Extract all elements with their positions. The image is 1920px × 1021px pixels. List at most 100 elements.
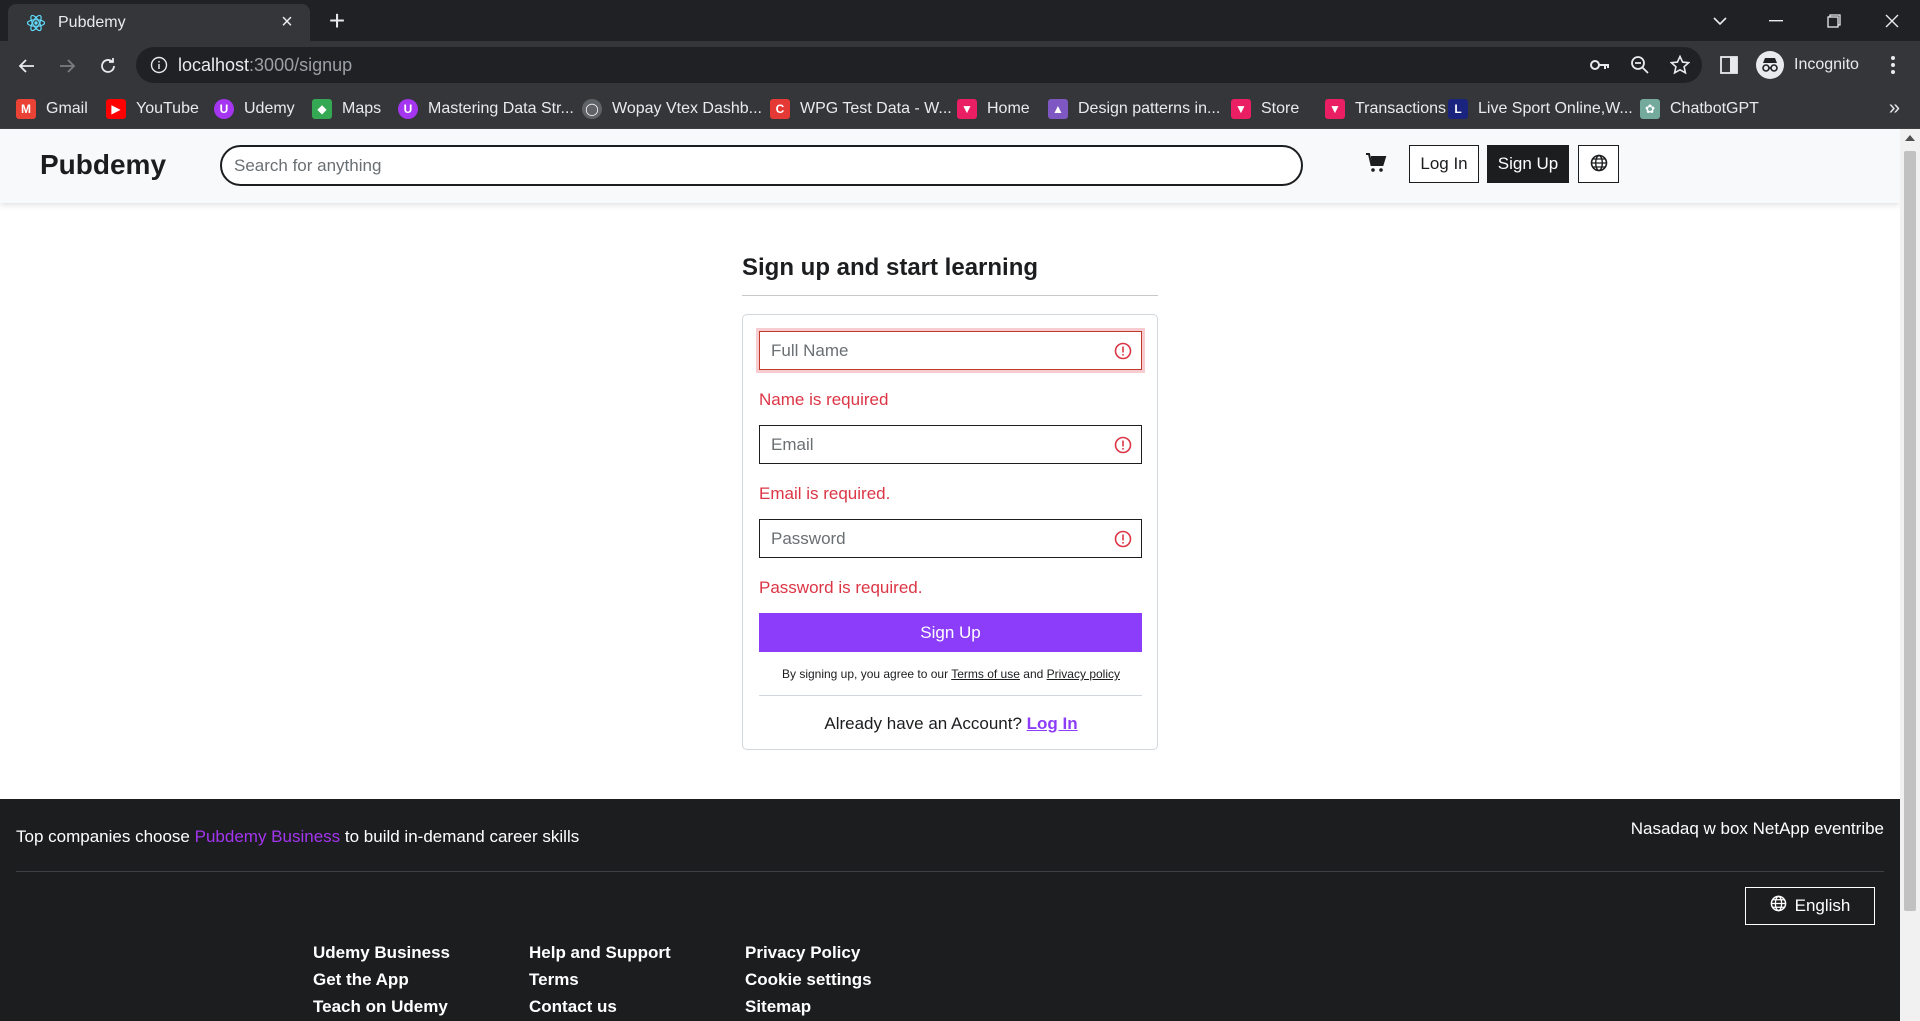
- email-input[interactable]: [760, 426, 1141, 463]
- bookmark-item[interactable]: ✿ ChatbotGPT: [1640, 97, 1759, 121]
- side-panel-icon[interactable]: [1716, 52, 1742, 78]
- signup-form: Name is required Email is required. Pass…: [742, 314, 1158, 750]
- footer-link[interactable]: Help and Support: [529, 939, 671, 966]
- have-account-text: Already have an Account?: [824, 714, 1022, 733]
- address-bar[interactable]: localhost:3000/signup: [136, 47, 1702, 83]
- bookmark-label: Home: [987, 100, 1030, 117]
- tab-search-icon[interactable]: [1692, 0, 1748, 41]
- tag-icon: ▼: [1231, 99, 1251, 119]
- globe-icon: [1770, 895, 1787, 917]
- footer-column: Udemy Business Get the App Teach on Udem…: [313, 939, 450, 1020]
- maps-icon: ◆: [312, 99, 332, 119]
- bookmark-item[interactable]: ◆ Maps: [312, 97, 381, 121]
- footer-link[interactable]: Cookie settings: [745, 966, 872, 993]
- full-name-field[interactable]: [759, 331, 1142, 370]
- close-window-icon[interactable]: [1864, 0, 1920, 41]
- minimize-icon[interactable]: [1748, 0, 1804, 41]
- submit-signup-button[interactable]: Sign Up: [759, 613, 1142, 652]
- bookmark-item[interactable]: ▼ Store: [1231, 97, 1299, 121]
- password-field[interactable]: [759, 519, 1142, 558]
- rocket-icon: ▲: [1048, 99, 1068, 119]
- scroll-up-arrow[interactable]: [1905, 135, 1915, 141]
- footer-tagline: Top companies choose Pubdemy Business to…: [16, 827, 579, 847]
- bookmark-label: Gmail: [46, 100, 88, 117]
- page-title: Sign up and start learning: [742, 254, 1039, 281]
- tag-icon: ▼: [957, 99, 977, 119]
- bookmark-item[interactable]: U Udemy: [214, 97, 295, 121]
- incognito-profile[interactable]: Incognito: [1756, 48, 1868, 82]
- language-label: English: [1794, 896, 1851, 915]
- password-error: Password is required.: [759, 578, 923, 597]
- footer-link[interactable]: Privacy Policy: [745, 939, 872, 966]
- login-link[interactable]: Log In: [1027, 714, 1078, 733]
- profile-label: Incognito: [1794, 56, 1859, 73]
- terms-of-use-link[interactable]: Terms of use: [951, 667, 1020, 681]
- bookmark-label: Store: [1261, 100, 1300, 117]
- page-scrollbar[interactable]: [1900, 129, 1920, 1021]
- bookmark-item[interactable]: ▲ Design patterns in...: [1048, 97, 1220, 121]
- udemy-icon: U: [214, 99, 234, 119]
- bookmark-item[interactable]: ▼ Home: [957, 97, 1030, 121]
- youtube-icon: ▶: [106, 99, 126, 119]
- search-input[interactable]: [220, 145, 1303, 186]
- cart-icon[interactable]: [1365, 152, 1389, 176]
- browser-tab-strip: Pubdemy × +: [0, 0, 1920, 41]
- footer-link[interactable]: Sitemap: [745, 993, 872, 1020]
- name-error: Name is required: [759, 390, 889, 409]
- close-tab-icon[interactable]: ×: [276, 11, 298, 34]
- browser-tab[interactable]: Pubdemy ×: [8, 4, 310, 41]
- card-divider: [759, 695, 1142, 696]
- privacy-policy-link[interactable]: Privacy policy: [1047, 667, 1120, 681]
- bookmark-item[interactable]: U Mastering Data Str...: [398, 97, 574, 121]
- bookmark-item[interactable]: ▼ Transactions: [1325, 97, 1446, 121]
- page-viewport: Pubdemy Log In Sign Up Sign up and start…: [0, 129, 1900, 1021]
- globe-icon: [1590, 154, 1608, 175]
- reload-icon[interactable]: [91, 49, 125, 83]
- business-link[interactable]: Pubdemy Business: [195, 827, 341, 846]
- footer-link[interactable]: Terms: [529, 966, 671, 993]
- bookmark-label: YouTube: [136, 100, 199, 117]
- new-tab-icon[interactable]: +: [322, 5, 352, 36]
- bookmark-label: Transactions: [1355, 100, 1446, 117]
- terms-and: and: [1023, 667, 1044, 681]
- react-icon: [26, 13, 46, 33]
- bookmark-item[interactable]: C WPG Test Data - W...: [770, 97, 952, 121]
- forward-icon[interactable]: [50, 49, 84, 83]
- info-icon[interactable]: [150, 56, 168, 74]
- kebab-menu-icon[interactable]: [1880, 52, 1906, 78]
- tag-icon: ▼: [1325, 99, 1345, 119]
- brand-logo[interactable]: Pubdemy: [40, 149, 166, 181]
- bookmark-item[interactable]: L Live Sport Online,W...: [1448, 97, 1633, 121]
- bookmark-label: Live Sport Online,W...: [1478, 100, 1633, 117]
- password-input[interactable]: [760, 520, 1141, 557]
- footer-link[interactable]: Teach on Udemy: [313, 993, 450, 1020]
- signup-button[interactable]: Sign Up: [1487, 145, 1569, 183]
- footer-link[interactable]: Udemy Business: [313, 939, 450, 966]
- footer-link[interactable]: Contact us: [529, 993, 671, 1020]
- full-name-input[interactable]: [760, 332, 1141, 369]
- restore-icon[interactable]: [1806, 0, 1862, 41]
- bookmark-item[interactable]: ▶ YouTube: [106, 97, 199, 121]
- footer-column: Privacy Policy Cookie settings Sitemap: [745, 939, 872, 1020]
- bookmark-item[interactable]: M Gmail: [16, 97, 88, 121]
- scroll-thumb[interactable]: [1904, 151, 1916, 911]
- bookmark-label: Wopay Vtex Dashb...: [612, 100, 762, 117]
- login-button[interactable]: Log In: [1409, 145, 1479, 183]
- more-bookmarks-icon[interactable]: »: [1889, 97, 1900, 120]
- back-icon[interactable]: [10, 49, 44, 83]
- tagline-suffix: to build in-demand career skills: [344, 827, 580, 846]
- circle-icon: ◯: [582, 99, 602, 119]
- bookmark-item[interactable]: ◯ Wopay Vtex Dashb...: [582, 97, 762, 121]
- terms-notice: By signing up, you agree to our Terms of…: [743, 667, 1159, 681]
- gmail-icon: M: [16, 99, 36, 119]
- footer-language-button[interactable]: English: [1745, 887, 1875, 925]
- warning-icon: [1114, 530, 1132, 548]
- key-icon[interactable]: [1588, 53, 1612, 77]
- language-button[interactable]: [1578, 145, 1619, 183]
- email-field[interactable]: [759, 425, 1142, 464]
- footer-link[interactable]: Get the App: [313, 966, 450, 993]
- url-host: localhost: [178, 55, 250, 75]
- zoom-out-icon[interactable]: [1628, 53, 1652, 77]
- star-icon[interactable]: [1668, 53, 1692, 77]
- tagline-prefix: Top companies choose: [16, 827, 190, 846]
